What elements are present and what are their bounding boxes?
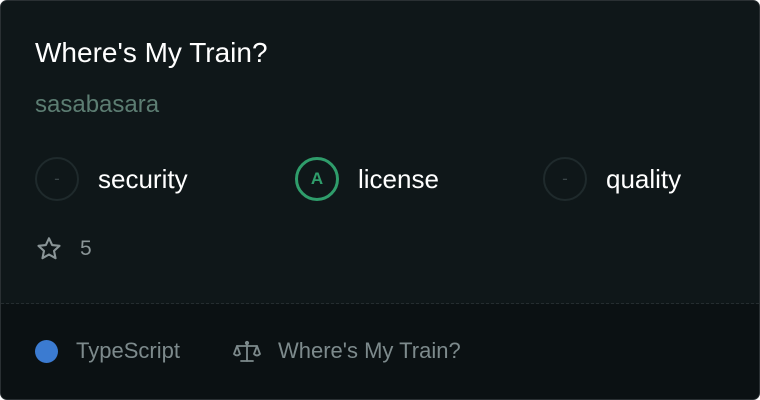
repo-title[interactable]: Where's My Train? bbox=[35, 36, 268, 70]
score-license: A license bbox=[295, 155, 439, 203]
repo-owner[interactable]: sasabasara bbox=[35, 90, 159, 120]
scale-icon bbox=[233, 340, 261, 362]
package-card: Where's My Train? sasabasara - security … bbox=[0, 0, 760, 400]
score-quality: - quality bbox=[543, 155, 681, 203]
quality-grade-badge: - bbox=[543, 157, 587, 201]
language-name: TypeScript bbox=[76, 338, 180, 363]
security-grade-badge: - bbox=[35, 157, 79, 201]
card-footer: TypeScript Where's My Train? bbox=[1, 304, 759, 399]
star-count: 5 bbox=[80, 237, 92, 260]
card-body: Where's My Train? sasabasara - security … bbox=[1, 1, 759, 303]
score-security: - security bbox=[35, 155, 188, 203]
security-label: security bbox=[98, 163, 188, 194]
license-name: Where's My Train? bbox=[278, 338, 461, 363]
star-icon bbox=[37, 237, 61, 260]
license-grade-badge: A bbox=[295, 157, 339, 201]
star-counter: 5 bbox=[35, 234, 92, 264]
language-color-dot bbox=[35, 340, 58, 363]
license-label: license bbox=[358, 163, 439, 194]
quality-label: quality bbox=[606, 163, 682, 194]
